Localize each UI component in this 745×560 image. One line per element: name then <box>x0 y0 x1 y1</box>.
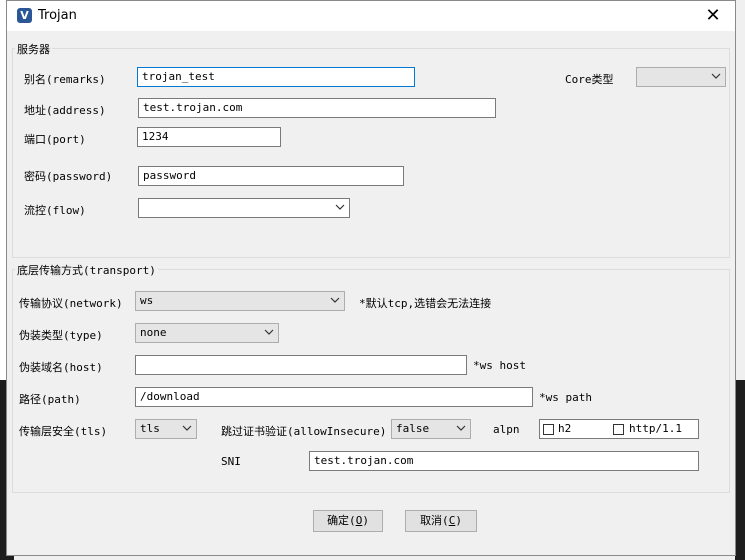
path-hint: *ws path <box>539 391 592 404</box>
network-select[interactable]: ws <box>135 291 345 311</box>
sni-label: SNI <box>221 455 241 468</box>
password-input[interactable]: password <box>138 166 404 186</box>
alpn-h2-checkbox[interactable] <box>543 424 554 435</box>
network-label: 传输协议(network) <box>19 297 123 310</box>
chevron-down-icon <box>264 329 274 335</box>
allow-insecure-select[interactable]: false <box>391 419 471 439</box>
host-label: 伪装域名(host) <box>19 361 103 374</box>
close-button[interactable]: ✕ <box>691 1 735 31</box>
type-label: 伪装类型(type) <box>19 329 103 342</box>
window-title: Trojan <box>38 8 77 23</box>
chevron-down-icon <box>182 425 192 431</box>
core-type-select[interactable] <box>636 67 726 87</box>
host-input[interactable] <box>135 355 467 375</box>
cancel-button[interactable]: 取消(C) <box>405 510 477 532</box>
trojan-dialog: V Trojan ✕ 服务器 别名(remarks) trojan_test C… <box>6 0 736 556</box>
password-label: 密码(password) <box>24 170 113 183</box>
chevron-down-icon <box>330 297 340 303</box>
tls-value: tls <box>140 422 160 435</box>
tls-label: 传输层安全(tls) <box>19 425 108 438</box>
sni-input[interactable]: test.trojan.com <box>309 451 699 471</box>
network-value: ws <box>140 294 154 307</box>
port-input[interactable]: 1234 <box>137 127 281 147</box>
path-label: 路径(path) <box>19 393 81 406</box>
alpn-http11-checkbox[interactable] <box>613 424 624 435</box>
port-label: 端口(port) <box>24 133 86 146</box>
server-group-title: 服务器 <box>15 41 52 57</box>
alpn-h2-label: h2 <box>558 422 572 435</box>
app-icon: V <box>17 8 32 23</box>
transport-group-title: 底层传输方式(transport) <box>15 262 158 278</box>
core-type-label: Core类型 <box>565 73 614 86</box>
chevron-down-icon <box>335 204 345 210</box>
ok-button-paren: ) <box>362 514 369 527</box>
network-hint: *默认tcp,选错会无法连接 <box>359 297 492 310</box>
remarks-label: 别名(remarks) <box>24 73 106 86</box>
alpn-http11-label: http/1.1 <box>629 422 682 435</box>
title-bar: V Trojan ✕ <box>7 1 735 31</box>
address-input[interactable]: test.trojan.com <box>138 98 496 118</box>
cancel-button-paren: ) <box>455 514 462 527</box>
cancel-button-label: 取消( <box>420 514 449 527</box>
host-hint: *ws host <box>473 359 526 372</box>
path-input[interactable]: /download <box>135 387 533 407</box>
allow-insecure-label: 跳过证书验证(allowInsecure) <box>221 425 387 438</box>
flow-select[interactable] <box>138 198 350 218</box>
ok-button[interactable]: 确定(O) <box>313 510 383 532</box>
alpn-list: h2 http/1.1 <box>539 419 699 439</box>
type-value: none <box>140 326 167 339</box>
alpn-label: alpn <box>493 423 520 436</box>
tls-select[interactable]: tls <box>135 419 197 439</box>
remarks-input[interactable]: trojan_test <box>137 67 415 87</box>
chevron-down-icon <box>711 73 721 79</box>
ok-button-label: 确定( <box>327 514 356 527</box>
flow-label: 流控(flow) <box>24 204 86 217</box>
background-console-right <box>735 380 745 560</box>
allow-insecure-value: false <box>396 422 430 435</box>
dialog-content: 服务器 别名(remarks) trojan_test Core类型 地址(ad… <box>7 31 735 555</box>
type-select[interactable]: none <box>135 323 279 343</box>
address-label: 地址(address) <box>24 104 106 117</box>
chevron-down-icon <box>456 425 466 431</box>
